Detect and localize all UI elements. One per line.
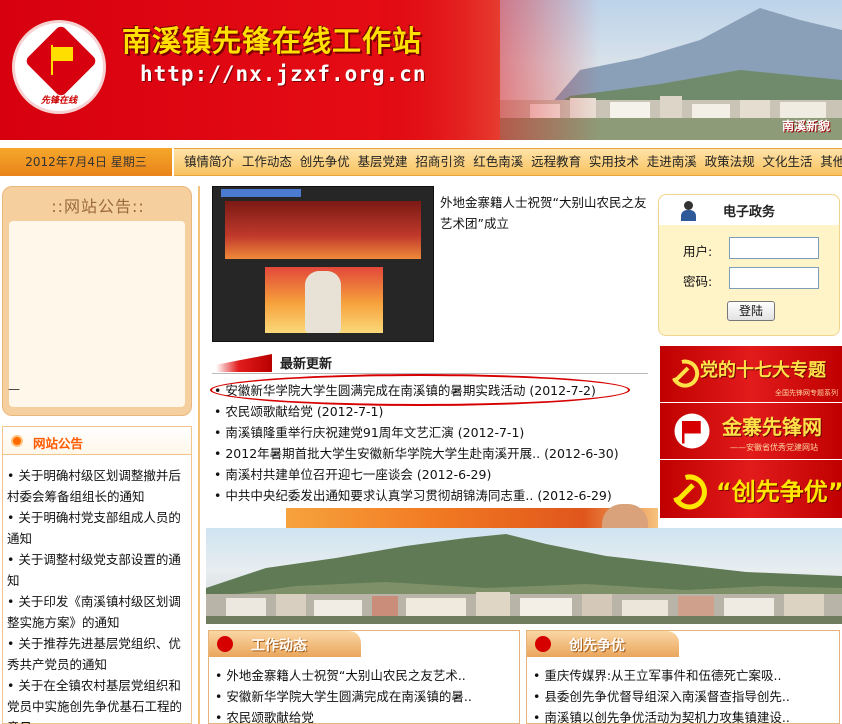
news-title[interactable]: 南溪村共建单位召开迎七一座谈会 (225, 467, 413, 482)
egov-header: 电子政务 (659, 195, 839, 225)
nav-link-gongzuo[interactable]: 工作动态 (242, 154, 292, 169)
featured-photo[interactable] (212, 186, 434, 342)
latest-updates-title: 最新更新 (280, 357, 333, 372)
list-item[interactable]: • 南溪镇隆重举行庆祝建党91周年文艺汇演 (2012-7-1) (214, 422, 654, 443)
news-title[interactable]: 农民颂歌献给党 (225, 404, 313, 419)
promo-17th-sub: 全国先锋网专题系列 (775, 389, 838, 397)
promo-17th-congress[interactable]: 党的十七大专题 全国先锋网专题系列 (660, 346, 842, 402)
nav-link-hongse[interactable]: 红色南溪 (473, 154, 523, 169)
list-item[interactable]: • 重庆传媒界:从王立军事件和伍德死亡案吸.. (533, 665, 833, 686)
nav-links: 镇情简介 工作动态 创先争优 基层党建 招商引资 红色南溪 远程教育 实用技术 … (184, 148, 842, 176)
nav-link-qita[interactable]: 其他 (820, 154, 842, 169)
flag-logo-icon (674, 413, 710, 449)
announcement-title: 网站公告 (33, 436, 84, 451)
nav-link-shiyong[interactable]: 实用技术 (589, 154, 639, 169)
promo-17th-text: 党的十七大专题 (700, 360, 826, 381)
nav-link-zhengce[interactable]: 政策法规 (705, 154, 755, 169)
flag-icon (216, 354, 272, 372)
announcement-item[interactable]: • 关于调整村级党支部设置的通知 (7, 549, 187, 591)
announcement-header: 网站公告 (3, 427, 191, 455)
news-date: (2012-6-29) (537, 488, 612, 503)
cxzy-list: • 重庆传媒界:从王立军事件和伍德死亡案吸.. • 县委创先争优督导组深入南溪督… (533, 665, 833, 724)
nav-link-yuancheng[interactable]: 远程教育 (531, 154, 581, 169)
list-item[interactable]: • 南溪村共建单位召开迎七一座谈会 (2012-6-29) (214, 464, 654, 485)
featured-caption[interactable]: 外地金寨籍人士祝贺“大别山农民之友艺术团”成立 (440, 192, 652, 234)
news-date: (2012-6-29) (416, 467, 492, 482)
site-logo[interactable]: 先锋在线 (12, 20, 106, 114)
user-icon (681, 201, 696, 221)
work-news-panel: 工作动态 • 外地金寨籍人士祝贺“大别山农民之友艺术.. • 安徽新华学院大学生… (208, 630, 520, 724)
promo-cxzy-text: “创先争优” (716, 478, 842, 506)
work-news-tab[interactable]: 工作动态 (209, 631, 361, 657)
list-item[interactable]: • 农民颂歌献给党 (215, 707, 515, 724)
promo-jinzhai-text: 金寨先锋网 (722, 415, 822, 439)
strip-banner (286, 504, 658, 530)
password-label: 密码: (683, 274, 713, 289)
notice-scroll-box: ::网站公告:: (2, 186, 192, 416)
cxzy-tab[interactable]: 创先争优 (527, 631, 679, 657)
promo-chuangxian-zhengyou[interactable]: “创先争优” (660, 460, 842, 518)
news-date: (2012-7-1) (457, 425, 525, 440)
town-panorama (206, 528, 842, 624)
work-news-list: • 外地金寨籍人士祝贺“大别山农民之友艺术.. • 安徽新华学院大学生圆满完成在… (215, 665, 515, 724)
nav-link-chuangxian[interactable]: 创先争优 (300, 154, 350, 169)
list-item[interactable]: • 南溪镇以创先争优活动为契机力攻集镇建设.. (533, 707, 833, 724)
list-item[interactable]: • 2012年暑期首批大学生安徽新华学院大学生赴南溪开展.. (2012-6-30… (214, 443, 654, 464)
notice-scroll-area (9, 221, 185, 407)
bullet-circle-icon (11, 435, 23, 447)
column-divider (198, 186, 200, 724)
news-date: (2012-6-30) (544, 446, 619, 461)
username-input[interactable] (729, 237, 819, 259)
party-emblem-icon (535, 636, 551, 652)
party-emblem-icon (217, 636, 233, 652)
highlight-annotation (210, 374, 630, 406)
cxzy-title: 创先争优 (569, 638, 625, 654)
work-news-title: 工作动态 (251, 638, 307, 654)
password-input[interactable] (729, 267, 819, 289)
nav-link-zhaoshang[interactable]: 招商引资 (415, 154, 465, 169)
news-date: (2012-7-1) (316, 404, 384, 419)
announcement-list: • 关于明确村级区划调整撤并后村委会筹备组组长的通知 • 关于明确村党支部组成人… (7, 465, 187, 724)
announcement-item[interactable]: • 关于在全镇农村基层党组织和党员中实施创先争优基石工程的意见 (7, 675, 187, 724)
main-nav: 2012年7月4日 星期三 镇情简介 工作动态 创先争优 基层党建 招商引资 红… (0, 140, 842, 182)
latest-updates-header: 最新更新 (212, 350, 648, 374)
list-item[interactable]: • 外地金寨籍人士祝贺“大别山农民之友艺术.. (215, 665, 515, 686)
list-item[interactable]: • 县委创先争优督导组深入南溪督查指导创先.. (533, 686, 833, 707)
hammer-sickle-icon (672, 359, 700, 388)
announcement-panel: 网站公告 • 关于明确村级区划调整撤并后村委会筹备组组长的通知 • 关于明确村党… (2, 426, 192, 724)
site-url: http://nx.jzxf.org.cn (140, 62, 427, 86)
announcement-item[interactable]: • 关于推荐先进基层党组织、优秀共产党员的通知 (7, 633, 187, 675)
site-banner: 先锋在线 南溪镇先锋在线工作站 http://nx.jzxf.org.cn 南溪… (0, 0, 842, 140)
egov-login-panel: 电子政务 用户: 密码: 登陆 (658, 194, 840, 336)
notice-box-title: ::网站公告:: (51, 197, 145, 216)
login-button[interactable]: 登陆 (727, 301, 775, 321)
egov-title: 电子政务 (723, 205, 776, 220)
nav-link-zhenqing[interactable]: 镇情简介 (184, 154, 234, 169)
notice-dash: — (8, 382, 20, 396)
news-title[interactable]: 2012年暑期首批大学生安徽新华学院大学生赴南溪开展.. (225, 446, 540, 461)
cxzy-panel: 创先争优 • 重庆传媒界:从王立军事件和伍德死亡案吸.. • 县委创先争优督导组… (526, 630, 840, 724)
nav-link-jiceng[interactable]: 基层党建 (358, 154, 408, 169)
announcement-item[interactable]: • 关于印发《南溪镇村级区划调整实施方案》的通知 (7, 591, 187, 633)
news-title[interactable]: 南溪镇隆重举行庆祝建党91周年文艺汇演 (225, 425, 453, 440)
username-label: 用户: (683, 244, 713, 259)
list-item[interactable]: • 中共中央纪委发出通知要求认真学习贯彻胡锦涛同志重.. (2012-6-29) (214, 485, 654, 506)
hammer-sickle-icon (673, 474, 707, 510)
announcement-item[interactable]: • 关于明确村党支部组成人员的通知 (7, 507, 187, 549)
logo-text: 先锋在线 (40, 96, 77, 106)
site-title: 南溪镇先锋在线工作站 (122, 24, 423, 58)
announcement-item[interactable]: • 关于明确村级区划调整撤并后村委会筹备组组长的通知 (7, 465, 187, 507)
nav-link-wenhua[interactable]: 文化生活 (762, 154, 812, 169)
promo-jinzhai-sub: ——安徽省优秀党建网站 (730, 443, 818, 452)
promo-jinzhai-xianfeng[interactable]: 金寨先锋网 ——安徽省优秀党建网站 (660, 403, 842, 459)
list-item[interactable]: • 安徽新华学院大学生圆满完成在南溪镇的暑.. (215, 686, 515, 707)
date-display: 2012年7月4日 星期三 (0, 148, 174, 176)
nav-link-zoujin[interactable]: 走进南溪 (647, 154, 697, 169)
news-title[interactable]: 中共中央纪委发出通知要求认真学习贯彻胡锦涛同志重.. (225, 488, 533, 503)
banner-caption: 南溪新貌 (781, 119, 830, 133)
